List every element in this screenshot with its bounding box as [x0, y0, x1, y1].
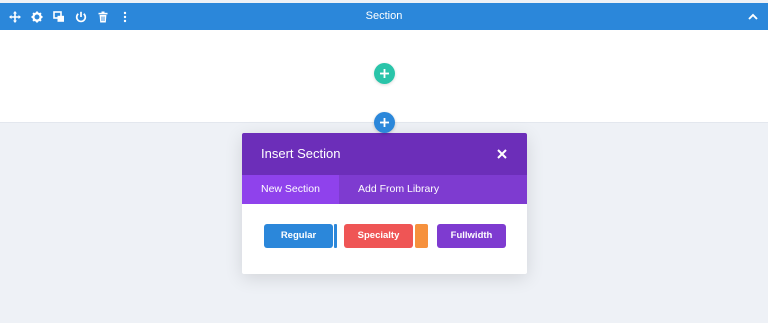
modal-header: Insert Section: [242, 133, 527, 175]
modal-tabs: New Section Add From Library: [242, 175, 527, 204]
close-icon[interactable]: [495, 147, 509, 161]
fullwidth-section-button[interactable]: Fullwidth: [437, 224, 506, 248]
regular-section-accent: [334, 224, 337, 248]
section-type-options: Regular Specialty Fullwidth: [242, 204, 527, 274]
chevron-up-icon[interactable]: [746, 9, 760, 23]
regular-section-button[interactable]: Regular: [264, 224, 333, 248]
insert-section-modal: Insert Section New Section Add From Libr…: [242, 133, 527, 274]
add-section-button[interactable]: [374, 112, 395, 133]
tab-add-from-library[interactable]: Add From Library: [339, 175, 458, 204]
plus-icon: [380, 65, 389, 83]
section-title: Section: [365, 10, 403, 22]
section-header-bar: Section: [0, 3, 768, 30]
add-row-button[interactable]: [374, 63, 395, 84]
plus-icon: [380, 114, 389, 132]
specialty-section-button[interactable]: Specialty: [344, 224, 413, 248]
specialty-section-accent: [415, 224, 428, 248]
tab-new-section[interactable]: New Section: [242, 175, 339, 204]
modal-title: Insert Section: [261, 146, 341, 161]
